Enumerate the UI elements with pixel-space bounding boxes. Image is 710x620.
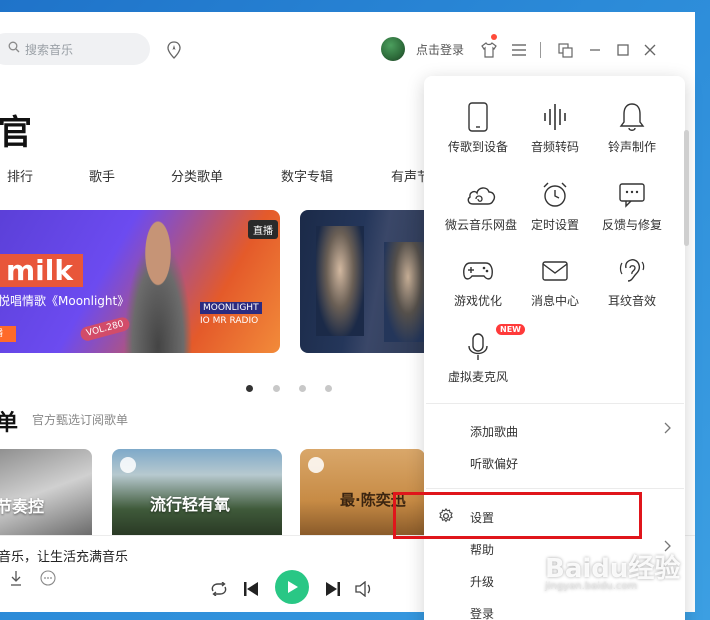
menu-icon[interactable] bbox=[509, 40, 529, 60]
banner-artist-image bbox=[118, 220, 198, 353]
menu-grid-ringtone[interactable]: 铃声制作 bbox=[592, 100, 672, 155]
mail-icon bbox=[515, 254, 595, 288]
menu-grid-label: 反馈与修复 bbox=[601, 218, 662, 232]
banner-live-show[interactable]: milk 悦唱情歌《Moonlight》 直播 MOONLIGHT IO MR … bbox=[0, 210, 280, 353]
menu-grid-transfer-to-device[interactable]: 传歌到设备 bbox=[438, 100, 518, 155]
settings-highlight-box bbox=[393, 492, 642, 539]
chevron-right-icon bbox=[664, 422, 672, 437]
section-subtitle[interactable]: 官方甄选订阅歌单 bbox=[32, 411, 128, 428]
loop-icon[interactable] bbox=[210, 581, 228, 600]
live-badge: 直播 bbox=[248, 220, 278, 239]
banner-headline: milk bbox=[0, 254, 83, 287]
menu-divider bbox=[426, 488, 684, 489]
carousel-dot[interactable] bbox=[273, 385, 280, 392]
menu-grid-label: 耳纹音效 bbox=[607, 294, 656, 308]
menu-divider bbox=[426, 403, 684, 404]
section-title: 单 bbox=[0, 410, 19, 436]
menu-grid-label: 音频转码 bbox=[530, 140, 579, 154]
alarm-clock-icon bbox=[515, 178, 595, 212]
search-input[interactable]: 搜索音乐 bbox=[0, 33, 150, 65]
menu-scrollbar[interactable] bbox=[684, 130, 689, 246]
menu-item-listening-preference[interactable]: 听歌偏好 bbox=[470, 455, 518, 472]
qq-music-logo-icon bbox=[308, 457, 324, 473]
baidu-jingyan-watermark: Baidu经验 jingyan.baidu.com bbox=[545, 548, 680, 592]
carousel-dot[interactable] bbox=[246, 385, 253, 392]
menu-grid-label: 传歌到设备 bbox=[447, 140, 508, 154]
microphone-icon bbox=[438, 330, 518, 364]
playlist-card[interactable]: 流行轻有氧 bbox=[112, 449, 282, 535]
new-badge: NEW bbox=[496, 324, 525, 335]
phone-icon bbox=[438, 100, 518, 134]
feedback-icon bbox=[592, 178, 672, 212]
menu-item-upgrade[interactable]: 升级 bbox=[470, 573, 494, 590]
ear-icon bbox=[592, 254, 672, 288]
location-icon[interactable] bbox=[164, 40, 184, 60]
menu-item-login[interactable]: 登录 bbox=[470, 605, 494, 620]
play-icon bbox=[288, 581, 298, 593]
notification-dot bbox=[491, 34, 497, 40]
menu-grid-feedback[interactable]: 反馈与修复 bbox=[592, 178, 672, 233]
tab-playlist-category[interactable]: 分类歌单 bbox=[171, 166, 223, 185]
watermark-brand: Baidu经验 bbox=[545, 554, 681, 584]
next-icon[interactable] bbox=[325, 581, 341, 601]
previous-icon[interactable] bbox=[243, 581, 259, 601]
menu-grid-label: 消息中心 bbox=[530, 294, 579, 308]
menu-item-add-song[interactable]: 添加歌曲 bbox=[470, 423, 518, 440]
playlist-card-title: 节奏控 bbox=[0, 497, 45, 516]
menu-grid-earprint-sound[interactable]: 耳纹音效 bbox=[592, 254, 672, 309]
login-link[interactable]: 点击登录 bbox=[416, 41, 464, 58]
bell-icon bbox=[592, 100, 672, 134]
banner-figure-image bbox=[316, 226, 364, 336]
avatar[interactable] bbox=[381, 37, 405, 61]
cloud-icon bbox=[441, 178, 521, 212]
play-button[interactable] bbox=[275, 570, 309, 604]
tab-rank[interactable]: 排行 bbox=[7, 166, 33, 185]
banner-corner-tag: 播 bbox=[0, 326, 16, 342]
menu-grid-label: 定时设置 bbox=[530, 218, 579, 232]
banner-tag-radio: IO MR RADIO bbox=[200, 316, 259, 326]
banner-movie[interactable] bbox=[300, 210, 440, 353]
menu-grid-cloud-drive[interactable]: 微云音乐网盘 bbox=[441, 178, 521, 233]
playlist-card[interactable]: 节奏控 bbox=[0, 449, 92, 535]
menu-grid-game-optimization[interactable]: 游戏优化 bbox=[438, 254, 518, 309]
close-icon[interactable] bbox=[640, 40, 660, 60]
search-placeholder: 搜索音乐 bbox=[25, 42, 74, 57]
menu-grid-timer[interactable]: 定时设置 bbox=[515, 178, 595, 233]
carousel-dot[interactable] bbox=[325, 385, 332, 392]
menu-grid-label: 微云音乐网盘 bbox=[444, 218, 517, 232]
mini-mode-icon[interactable] bbox=[555, 40, 575, 60]
audio-wave-icon bbox=[515, 100, 595, 134]
menu-grid-label: 铃声制作 bbox=[607, 140, 656, 154]
tab-digital-album[interactable]: 数字专辑 bbox=[281, 166, 333, 185]
search-icon bbox=[8, 41, 20, 57]
page-title: 官 bbox=[0, 113, 32, 153]
banner-tag-moonlight: MOONLIGHT bbox=[200, 302, 262, 314]
now-playing-text: 音乐，让生活充满音乐 bbox=[0, 550, 129, 565]
carousel-dot[interactable] bbox=[299, 385, 306, 392]
menu-grid-virtual-mic[interactable]: NEW 虚拟麦克风 bbox=[438, 324, 525, 385]
volume-icon[interactable] bbox=[355, 580, 373, 601]
playlist-card-title: 流行轻有氧 bbox=[150, 495, 231, 514]
menu-grid-label: 游戏优化 bbox=[453, 294, 502, 308]
menu-grid-label: 虚拟麦克风 bbox=[447, 370, 508, 384]
banner-subtitle: 悦唱情歌《Moonlight》 bbox=[0, 294, 130, 308]
qq-music-logo-icon bbox=[120, 457, 136, 473]
menu-grid-audio-transcode[interactable]: 音频转码 bbox=[515, 100, 595, 155]
skin-shirt-icon[interactable] bbox=[479, 40, 499, 60]
menu-grid-message-center[interactable]: 消息中心 bbox=[515, 254, 595, 309]
menu-item-help[interactable]: 帮助 bbox=[470, 541, 494, 558]
download-icon[interactable] bbox=[8, 570, 24, 590]
gamepad-icon bbox=[438, 254, 518, 288]
more-icon[interactable] bbox=[40, 570, 56, 590]
toolbar-divider bbox=[540, 42, 541, 58]
minimize-icon[interactable] bbox=[585, 40, 605, 60]
tab-singer[interactable]: 歌手 bbox=[89, 166, 115, 185]
maximize-icon[interactable] bbox=[613, 40, 633, 60]
